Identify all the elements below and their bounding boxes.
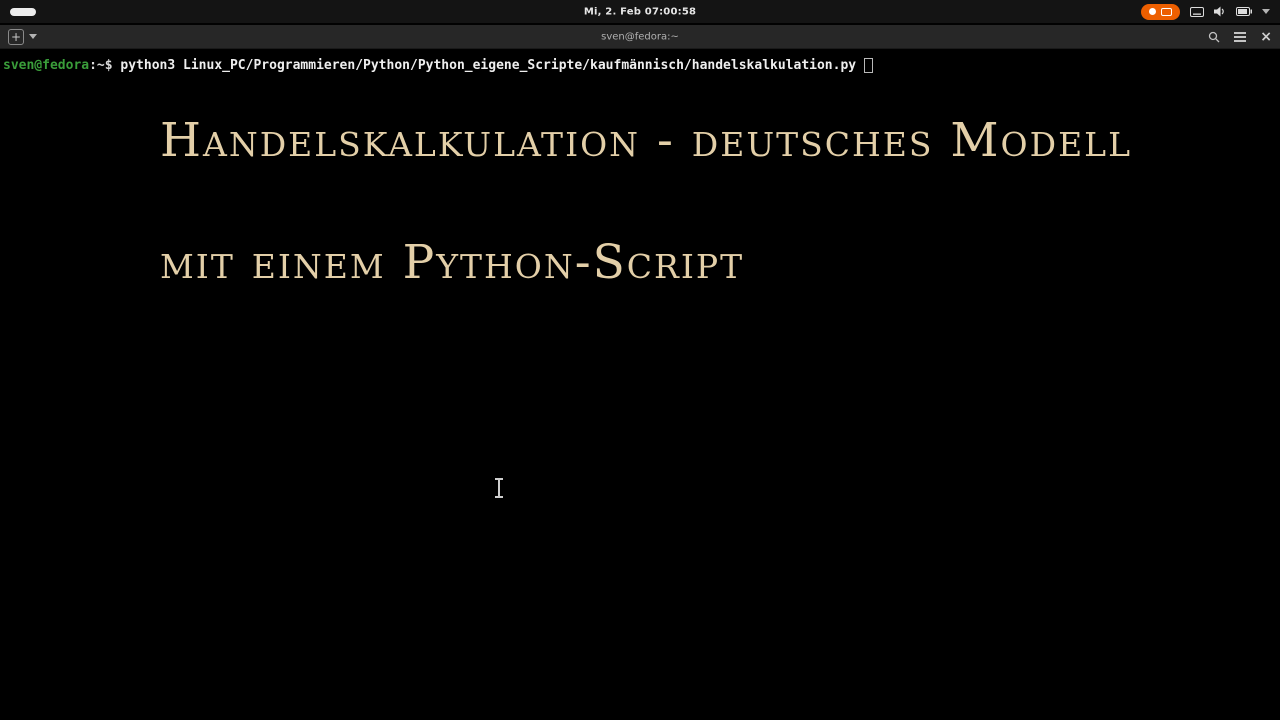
tab-dropdown-chevron-icon[interactable] [29, 34, 37, 39]
text-cursor-ibeam [494, 478, 504, 498]
new-tab-button[interactable]: + [8, 28, 24, 45]
top-bar-right [1141, 0, 1270, 23]
screencast-icon [1161, 7, 1172, 16]
screen-recording-indicator[interactable] [1141, 3, 1180, 20]
terminal-body[interactable]: sven@fedora:~$ python3 Linux_PC/Programm… [0, 50, 1280, 720]
prompt-user-host: sven@fedora [3, 58, 90, 73]
gnome-top-bar: Mi, 2. Feb 07:00:58 [0, 0, 1280, 23]
search-icon[interactable] [1208, 31, 1220, 43]
system-menu-chevron-icon[interactable] [1262, 9, 1270, 14]
titlebar-left: + [8, 28, 37, 45]
battery-icon[interactable] [1236, 7, 1252, 16]
terminal-cursor [864, 58, 874, 73]
output-heading-line1: Handelskalkulation - deutsches Modell [160, 113, 1132, 168]
record-icon [1149, 8, 1156, 15]
volume-icon[interactable] [1214, 6, 1226, 17]
menu-icon[interactable] [1234, 31, 1247, 42]
screen: Mi, 2. Feb 07:00:58 + sven@fedora:~ × sv… [0, 0, 1280, 720]
terminal-titlebar: + sven@fedora:~ × [0, 25, 1280, 49]
top-bar-left [10, 0, 36, 23]
prompt-line: sven@fedora:~$ python3 Linux_PC/Programm… [3, 58, 874, 73]
clock[interactable]: Mi, 2. Feb 07:00:58 [584, 6, 696, 17]
close-icon[interactable]: × [1260, 30, 1272, 44]
prompt-separator: :~$ [89, 58, 121, 73]
keyboard-layout-icon[interactable] [1190, 6, 1204, 17]
workspace-indicator[interactable] [10, 7, 36, 16]
command-text: python3 Linux_PC/Programmieren/Python/Py… [120, 58, 857, 73]
titlebar-right: × [1208, 30, 1272, 44]
output-heading-line2: mit einem Python-Script [160, 235, 745, 290]
window-title: sven@fedora:~ [601, 31, 679, 42]
